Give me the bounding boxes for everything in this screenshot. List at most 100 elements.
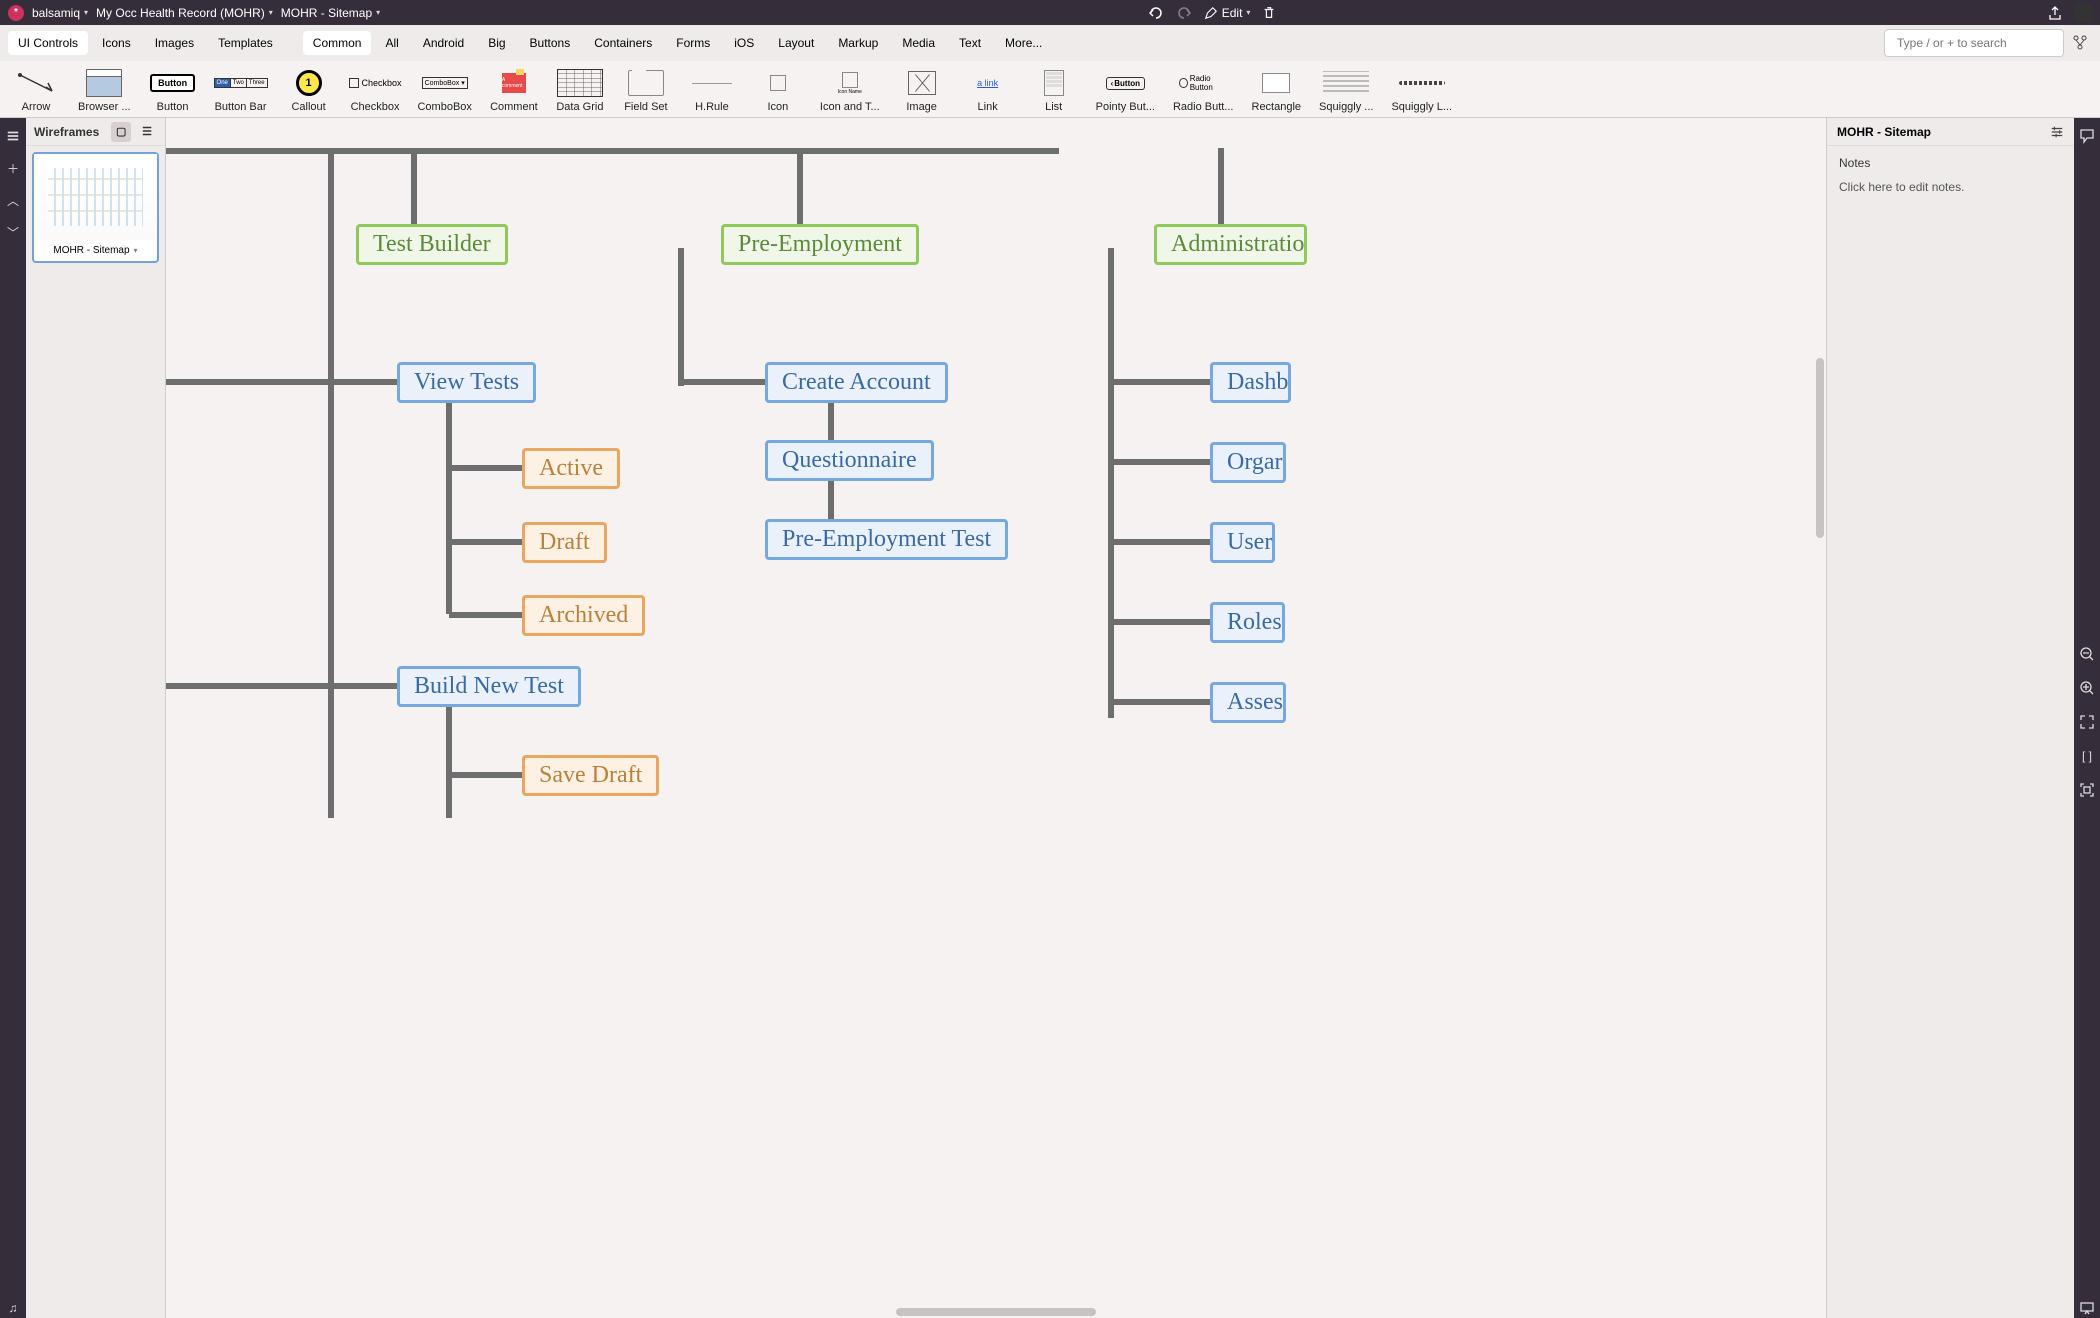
sitemap-node[interactable]: Pre-Employment (721, 224, 919, 265)
quick-add-button[interactable] (2068, 31, 2092, 55)
settings-icon[interactable] (2050, 125, 2064, 139)
brand-menu[interactable]: balsamiq ▾ (32, 6, 88, 20)
ribbon-radio[interactable]: Radio ButtonRadio Butt... (1173, 67, 1234, 113)
ribbon-button[interactable]: ButtonButton (149, 67, 197, 113)
chevron-down-icon[interactable]: ▾ (134, 246, 138, 255)
tab-forms[interactable]: Forms (666, 31, 720, 55)
frame-menu[interactable]: MOHR - Sitemap ▾ (281, 6, 380, 20)
tab-ui-controls[interactable]: UI Controls (8, 31, 88, 55)
notes-heading: Notes (1839, 156, 2062, 170)
sitemap-node[interactable]: Active (522, 448, 620, 489)
ribbon-pointy[interactable]: ButtonPointy But... (1096, 67, 1155, 113)
ribbon-browser[interactable]: Browser ... (78, 67, 131, 113)
inspector-header: MOHR - Sitemap (1827, 118, 2074, 146)
tab-layout[interactable]: Layout (768, 31, 824, 55)
tab-android[interactable]: Android (413, 31, 474, 55)
share-button[interactable] (2044, 2, 2066, 24)
vertical-scrollbar[interactable] (1816, 358, 1824, 538)
trash-button[interactable] (1258, 2, 1280, 24)
sitemap-node[interactable]: Questionnaire (765, 440, 934, 481)
ribbon-arrow[interactable]: Arrow (12, 67, 60, 113)
sitemap-node[interactable]: Orgar (1210, 442, 1286, 483)
sitemap-node[interactable]: User (1210, 522, 1275, 563)
ribbon-label: Browser ... (78, 101, 131, 113)
add-button[interactable]: ＋ (3, 158, 23, 178)
zoom-in-button[interactable] (2077, 678, 2097, 698)
ribbon-comment[interactable]: A commentComment (490, 67, 538, 113)
sitemap-node[interactable]: Save Draft (522, 755, 659, 796)
ribbon-image[interactable]: Image (898, 67, 946, 113)
search-input[interactable]: Type / or + to search (1884, 29, 2064, 57)
ribbon-icon[interactable]: Icon (754, 67, 802, 113)
ribbon-fieldset[interactable]: Field Set (622, 67, 670, 113)
sitemap-node[interactable]: Administratio (1154, 224, 1307, 265)
tab-big[interactable]: Big (478, 31, 515, 55)
project-menu[interactable]: My Occ Health Record (MOHR) ▾ (96, 6, 273, 20)
sitemap-node[interactable]: Dashb (1210, 362, 1291, 403)
link-preview-icon: a link (964, 67, 1012, 99)
connector-line (449, 465, 524, 471)
comments-button[interactable] (2077, 126, 2097, 146)
music-icon[interactable]: ♫ (3, 1298, 23, 1318)
radio-preview-icon: Radio Button (1179, 67, 1227, 99)
ribbon-squiggly2[interactable]: Squiggly L... (1391, 67, 1452, 113)
tab-icons[interactable]: Icons (92, 31, 141, 55)
ribbon-label: Icon and T... (820, 101, 880, 113)
ribbon-buttonbar[interactable]: OneTwoThreeButton Bar (215, 67, 267, 113)
tab-images[interactable]: Images (145, 31, 204, 55)
sitemap-node[interactable]: Pre-Employment Test (765, 519, 1008, 560)
squiggly2-preview-icon (1398, 67, 1446, 99)
tab-buttons[interactable]: Buttons (520, 31, 581, 55)
tab-media[interactable]: Media (892, 31, 945, 55)
up-button[interactable]: ︿ (3, 190, 23, 210)
ribbon-grid[interactable]: Data Grid (556, 67, 604, 113)
sitemap-node[interactable]: Roles (1210, 602, 1285, 643)
main-area: ＋ ︿ ﹀ ♫ Wireframes ▢ ☰ MOHR - Sitemap ▾ (0, 118, 2100, 1318)
sitemap-node[interactable]: Build New Test (397, 666, 581, 707)
ribbon-squiggly[interactable]: Squiggly ... (1319, 67, 1373, 113)
ribbon-link[interactable]: a linkLink (964, 67, 1012, 113)
ribbon-hrule[interactable]: H.Rule (688, 67, 736, 113)
redo-button[interactable] (1174, 2, 1196, 24)
tab-containers[interactable]: Containers (584, 31, 662, 55)
tab-common[interactable]: Common (303, 31, 372, 55)
wireframe-name-text: MOHR - Sitemap (53, 245, 129, 256)
sitemap-node[interactable]: Test Builder (356, 224, 508, 265)
tab-templates[interactable]: Templates (208, 31, 283, 55)
undo-button[interactable] (1144, 2, 1166, 24)
tab-markup[interactable]: Markup (828, 31, 888, 55)
down-button[interactable]: ﹀ (3, 222, 23, 242)
ribbon-list[interactable]: List (1030, 67, 1078, 113)
present-button[interactable] (2077, 1298, 2097, 1318)
horizontal-scrollbar[interactable] (896, 1308, 1096, 1316)
navigator-list: MOHR - Sitemap ▾ (26, 146, 165, 1318)
sitemap-node[interactable]: Asses (1210, 682, 1286, 723)
focus-button[interactable] (2077, 780, 2097, 800)
thumbnail-view-button[interactable]: ▢ (111, 122, 131, 142)
canvas[interactable]: Test Builder Pre-Employment Administratio V… (166, 118, 1826, 1318)
ribbon-combo[interactable]: ComboBoxComboBox (417, 67, 471, 113)
navigator-item[interactable]: MOHR - Sitemap ▾ (32, 152, 159, 263)
fullscreen-button[interactable] (2077, 712, 2097, 732)
user-avatar[interactable] (2074, 4, 2092, 22)
ribbon-callout[interactable]: 1Callout (285, 67, 333, 113)
list-view-button[interactable]: ☰ (137, 122, 157, 142)
tab-all[interactable]: All (375, 31, 408, 55)
ribbon-iconname[interactable]: Icon NameIcon and T... (820, 67, 880, 113)
brackets-button[interactable]: [ ] (2077, 746, 2097, 766)
tab-more-[interactable]: More... (995, 31, 1052, 55)
sitemap-node[interactable]: Archived (522, 595, 645, 636)
edit-menu[interactable]: Edit ▾ (1204, 6, 1251, 20)
navigator-toggle-button[interactable] (3, 126, 23, 146)
tab-ios[interactable]: iOS (724, 31, 764, 55)
buttonbar-preview-icon: OneTwoThree (217, 67, 265, 99)
ribbon-rect[interactable]: Rectangle (1252, 67, 1302, 113)
sitemap-node[interactable]: Create Account (765, 362, 948, 403)
ribbon-checkbox[interactable]: CheckboxCheckbox (351, 67, 400, 113)
zoom-out-button[interactable] (2077, 644, 2097, 664)
sitemap-node[interactable]: View Tests (397, 362, 536, 403)
tab-text[interactable]: Text (949, 31, 991, 55)
connector-line (681, 379, 767, 385)
sitemap-node[interactable]: Draft (522, 522, 607, 563)
notes-field[interactable]: Click here to edit notes. (1839, 180, 2062, 194)
